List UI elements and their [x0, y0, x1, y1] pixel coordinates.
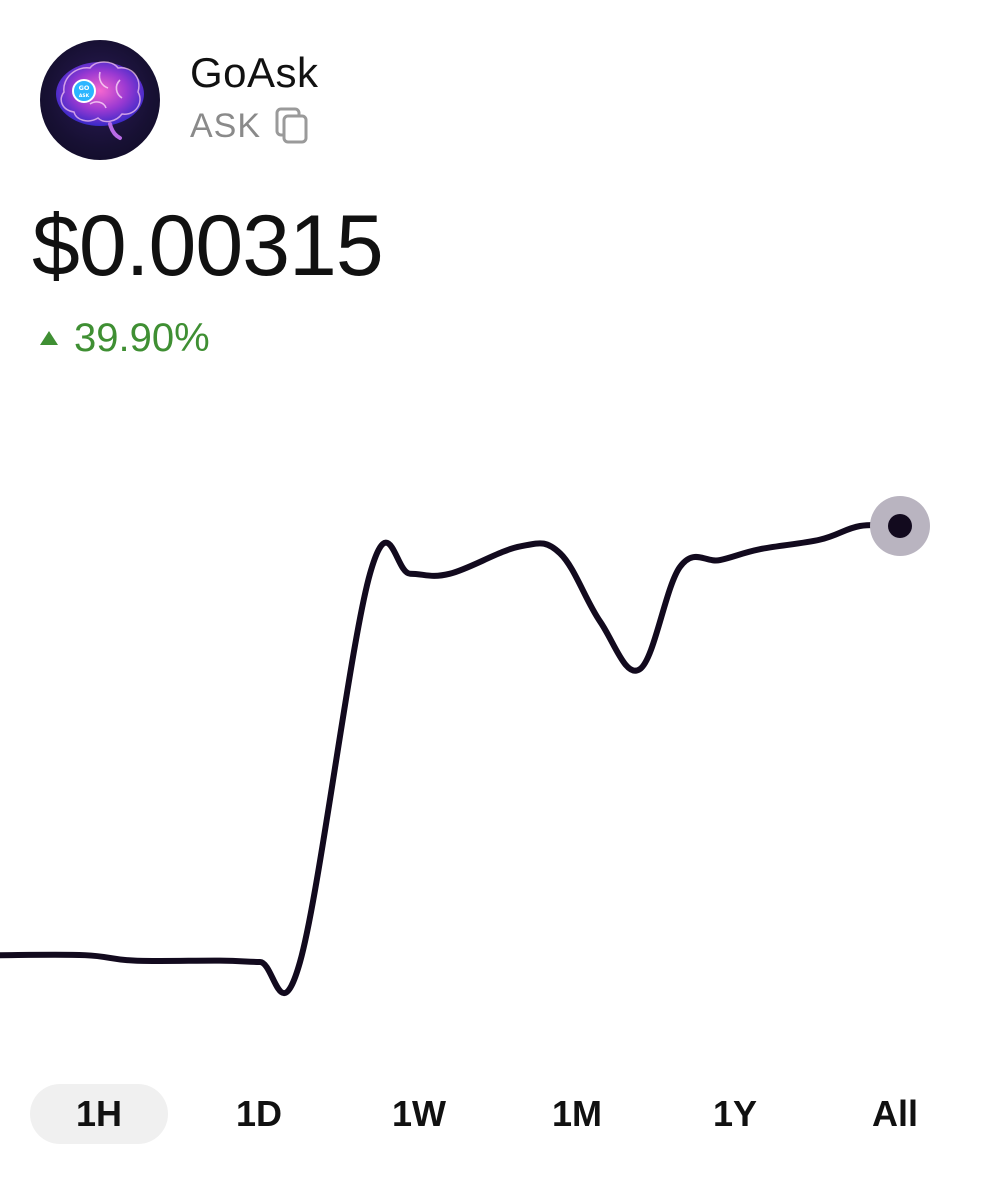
brain-logo-icon: GO ASK — [56, 61, 144, 140]
token-price: $0.00315 — [32, 198, 384, 294]
range-tab-1m[interactable]: 1M — [508, 1084, 646, 1144]
token-logo: GO ASK — [40, 40, 160, 160]
range-tab-1w[interactable]: 1W — [350, 1084, 488, 1144]
price-change-value: 39.90% — [74, 316, 210, 360]
range-tab-1d[interactable]: 1D — [190, 1084, 328, 1144]
range-tab-1y[interactable]: 1Y — [666, 1084, 804, 1144]
price-line — [0, 521, 903, 996]
price-change: 39.90% — [38, 314, 210, 362]
token-name: GoAsk — [190, 49, 319, 96]
logo-text-ask: ASK — [79, 93, 90, 99]
range-tab-1h[interactable]: 1H — [30, 1084, 168, 1144]
chart-end-marker[interactable] — [888, 514, 912, 538]
copy-icon[interactable] — [275, 107, 309, 145]
ticker-row: ASK — [190, 104, 309, 148]
time-range-tabs: 1H 1D 1W 1M 1Y All — [20, 1084, 980, 1146]
token-ticker: ASK — [190, 106, 262, 145]
logo-text-go: GO — [79, 84, 90, 92]
range-tab-all[interactable]: All — [826, 1084, 964, 1144]
triangle-up-icon — [40, 331, 58, 345]
price-chart — [0, 496, 930, 996]
